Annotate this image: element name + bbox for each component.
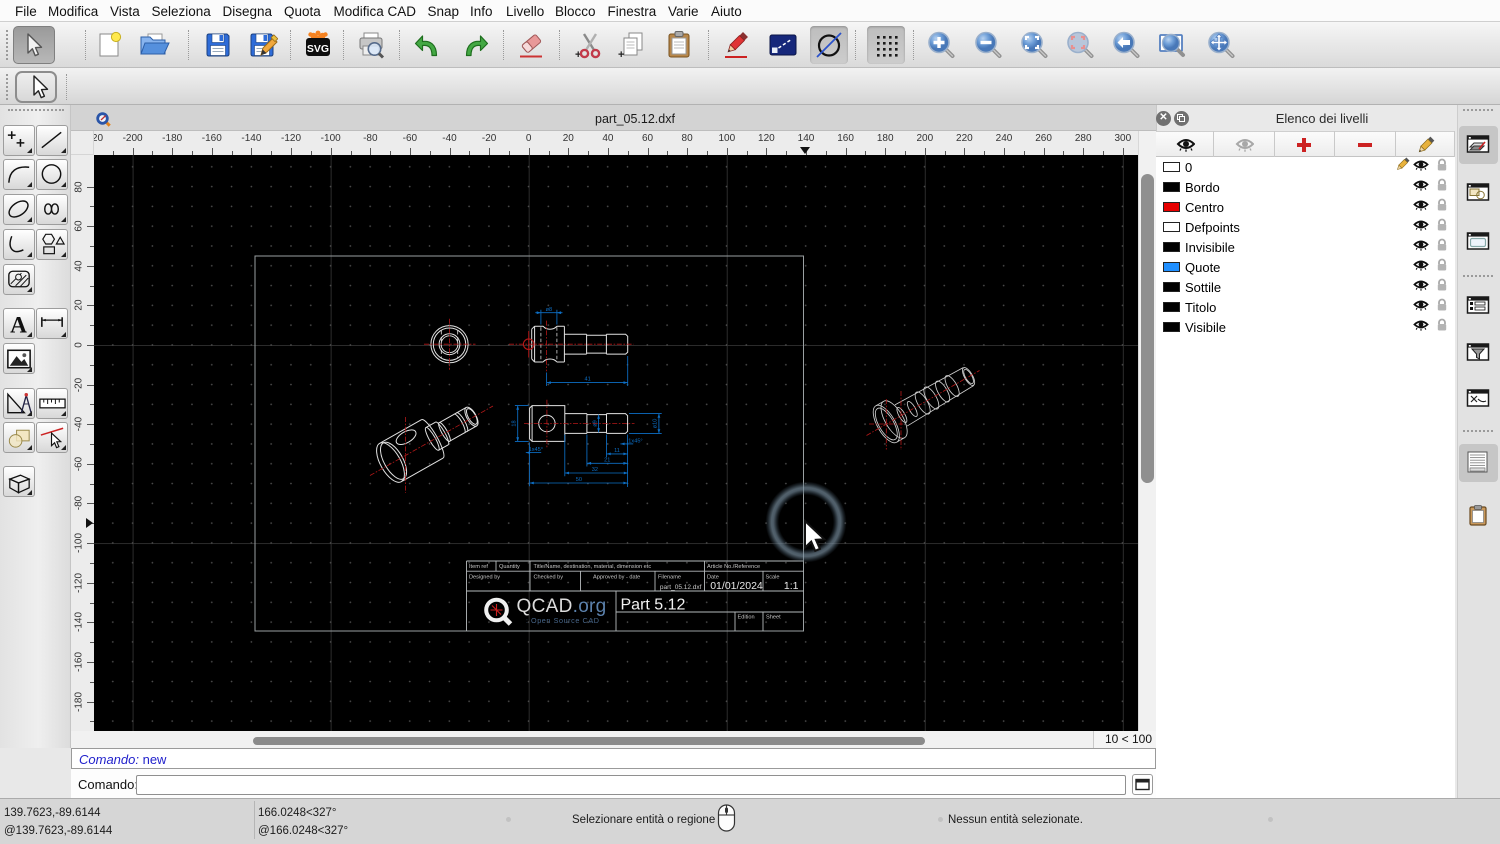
- svg-text:ø10: ø10: [653, 419, 659, 429]
- svg-text:Scale: Scale: [766, 575, 780, 581]
- svg-text:QCAD.org: QCAD.org: [517, 596, 607, 617]
- svg-text:+: +: [618, 49, 624, 61]
- svg-text:50: 50: [576, 477, 582, 483]
- svg-text:Title/Name, destination, mater: Title/Name, destination, material, dimen…: [534, 564, 652, 570]
- svg-text:Sheet: Sheet: [766, 615, 781, 621]
- svg-text:A: A: [10, 312, 27, 338]
- svg-text:ø9: ø9: [592, 420, 598, 427]
- svg-text:ø8: ø8: [546, 307, 553, 313]
- svg-text::: :: [526, 618, 528, 625]
- svg-text:Article No./Reference: Article No./Reference: [707, 564, 760, 570]
- svg-text:.:: .:: [590, 618, 594, 625]
- svg-text:32: 32: [592, 467, 598, 473]
- svg-text:Checked by: Checked by: [534, 575, 564, 581]
- svg-text:part_05.12.dxf: part_05.12.dxf: [660, 584, 702, 591]
- svg-text:Part 5.12: Part 5.12: [621, 596, 686, 613]
- svg-text:Quantity: Quantity: [499, 564, 520, 570]
- svg-text:1x45°: 1x45°: [529, 447, 543, 453]
- svg-text:Edition: Edition: [738, 615, 755, 621]
- svg-text:Filename: Filename: [658, 575, 681, 581]
- svg-text:01/01/2024: 01/01/2024: [710, 580, 763, 592]
- svg-text:Designed by: Designed by: [469, 575, 500, 581]
- svg-text:Approved by - date: Approved by - date: [593, 575, 640, 581]
- svg-text:SVG: SVG: [307, 43, 329, 55]
- svg-text:41: 41: [584, 377, 590, 383]
- svg-text:21: 21: [604, 457, 610, 463]
- svg-text:Item ref: Item ref: [469, 564, 488, 570]
- svg-text:18: 18: [512, 420, 518, 426]
- svg-text:11: 11: [614, 448, 620, 454]
- svg-text:1x45°: 1x45°: [628, 438, 642, 444]
- svg-text:1:1: 1:1: [784, 580, 799, 592]
